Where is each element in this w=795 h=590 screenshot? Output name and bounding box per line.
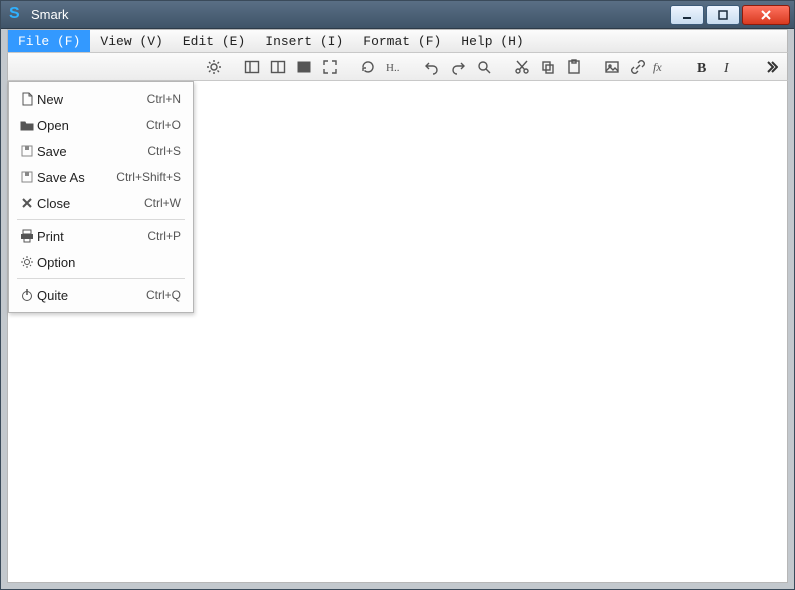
layout-left-icon bbox=[244, 59, 260, 75]
menuitem-label: Quite bbox=[37, 288, 101, 303]
option-gear-icon bbox=[17, 255, 37, 269]
settings-button[interactable] bbox=[202, 56, 226, 78]
menuitem-open[interactable]: Open Ctrl+O bbox=[11, 112, 191, 138]
copy-button[interactable] bbox=[536, 56, 560, 78]
link-icon bbox=[630, 59, 646, 75]
menuitem-label: Save bbox=[37, 144, 101, 159]
menuitem-new[interactable]: New Ctrl+N bbox=[11, 86, 191, 112]
close-button[interactable] bbox=[742, 5, 790, 25]
titlebar: S Smark bbox=[1, 1, 794, 29]
window-controls bbox=[668, 5, 790, 25]
svg-text:fx: fx bbox=[653, 60, 662, 74]
search-button[interactable] bbox=[472, 56, 496, 78]
minimize-icon bbox=[681, 9, 693, 21]
menu-file[interactable]: File (F) bbox=[8, 30, 90, 52]
menuitem-save-as[interactable]: Save As Ctrl+Shift+S bbox=[11, 164, 191, 190]
menuitem-label: Close bbox=[37, 196, 101, 211]
toolbar: H.. fx B I bbox=[7, 53, 788, 81]
heading-icon: H.. bbox=[386, 59, 402, 75]
print-icon bbox=[17, 229, 37, 243]
image-button[interactable] bbox=[600, 56, 624, 78]
minimize-button[interactable] bbox=[670, 5, 704, 25]
menuitem-label: Option bbox=[37, 255, 101, 270]
chevron-right-icon bbox=[764, 60, 778, 74]
power-icon bbox=[17, 288, 37, 302]
menuitem-print[interactable]: Print Ctrl+P bbox=[11, 223, 191, 249]
menubar: File (F) View (V) Edit (E) Insert (I) Fo… bbox=[7, 29, 788, 53]
fullscreen-button[interactable] bbox=[318, 56, 342, 78]
menuitem-option[interactable]: Option bbox=[11, 249, 191, 275]
file-menu-dropdown: New Ctrl+N Open Ctrl+O Save Ctrl+S Save … bbox=[8, 81, 194, 313]
layout-full-button[interactable] bbox=[292, 56, 316, 78]
bold-icon: B bbox=[694, 59, 710, 75]
refresh-button[interactable] bbox=[356, 56, 380, 78]
layout-full-icon bbox=[296, 59, 312, 75]
bold-button[interactable]: B bbox=[690, 56, 714, 78]
window-title: Smark bbox=[31, 7, 668, 22]
menu-view[interactable]: View (V) bbox=[90, 30, 172, 52]
menuitem-shortcut: Ctrl+W bbox=[144, 196, 181, 210]
menuitem-label: New bbox=[37, 92, 101, 107]
new-file-icon bbox=[17, 92, 37, 106]
close-icon bbox=[760, 9, 772, 21]
undo-button[interactable] bbox=[420, 56, 444, 78]
formula-button[interactable]: fx bbox=[652, 56, 676, 78]
toolbar-overflow-button[interactable] bbox=[759, 56, 783, 78]
search-icon bbox=[476, 59, 492, 75]
copy-icon bbox=[540, 59, 556, 75]
menuitem-label: Open bbox=[37, 118, 101, 133]
menu-separator bbox=[17, 278, 185, 279]
svg-text:H..: H.. bbox=[386, 62, 400, 74]
menuitem-shortcut: Ctrl+Shift+S bbox=[116, 170, 181, 184]
open-folder-icon bbox=[17, 118, 37, 132]
maximize-icon bbox=[717, 9, 729, 21]
svg-text:I: I bbox=[723, 61, 730, 75]
menuitem-label: Print bbox=[37, 229, 101, 244]
menu-help[interactable]: Help (H) bbox=[451, 30, 533, 52]
layout-split-icon bbox=[270, 59, 286, 75]
redo-button[interactable] bbox=[446, 56, 470, 78]
cut-button[interactable] bbox=[510, 56, 534, 78]
save-as-icon bbox=[17, 170, 37, 184]
menuitem-close[interactable]: Close Ctrl+W bbox=[11, 190, 191, 216]
paste-button[interactable] bbox=[562, 56, 586, 78]
menu-format[interactable]: Format (F) bbox=[353, 30, 451, 52]
menuitem-shortcut: Ctrl+Q bbox=[146, 288, 181, 302]
undo-icon bbox=[424, 59, 440, 75]
app-icon: S bbox=[9, 7, 25, 23]
menuitem-shortcut: Ctrl+S bbox=[147, 144, 181, 158]
editor-area[interactable]: New Ctrl+N Open Ctrl+O Save Ctrl+S Save … bbox=[7, 81, 788, 583]
menuitem-quit[interactable]: Quite Ctrl+Q bbox=[11, 282, 191, 308]
menu-insert[interactable]: Insert (I) bbox=[255, 30, 353, 52]
app-window: S Smark File (F) View (V) Edit (E) Inser… bbox=[0, 0, 795, 590]
link-button[interactable] bbox=[626, 56, 650, 78]
italic-icon: I bbox=[720, 59, 736, 75]
menuitem-label: Save As bbox=[37, 170, 101, 185]
svg-text:B: B bbox=[697, 61, 706, 75]
menuitem-save[interactable]: Save Ctrl+S bbox=[11, 138, 191, 164]
cut-icon bbox=[514, 59, 530, 75]
refresh-icon bbox=[360, 59, 376, 75]
italic-button[interactable]: I bbox=[716, 56, 740, 78]
paste-icon bbox=[566, 59, 582, 75]
save-icon bbox=[17, 144, 37, 158]
redo-icon bbox=[450, 59, 466, 75]
menuitem-shortcut: Ctrl+N bbox=[147, 92, 181, 106]
close-file-icon bbox=[17, 197, 37, 209]
gear-icon bbox=[206, 59, 222, 75]
fullscreen-icon bbox=[322, 59, 338, 75]
menuitem-shortcut: Ctrl+P bbox=[147, 229, 181, 243]
formula-icon: fx bbox=[653, 59, 675, 75]
layout-split-button[interactable] bbox=[266, 56, 290, 78]
heading-button[interactable]: H.. bbox=[382, 56, 406, 78]
image-icon bbox=[604, 59, 620, 75]
layout-left-button[interactable] bbox=[240, 56, 264, 78]
menu-edit[interactable]: Edit (E) bbox=[173, 30, 255, 52]
menuitem-shortcut: Ctrl+O bbox=[146, 118, 181, 132]
maximize-button[interactable] bbox=[706, 5, 740, 25]
menu-separator bbox=[17, 219, 185, 220]
